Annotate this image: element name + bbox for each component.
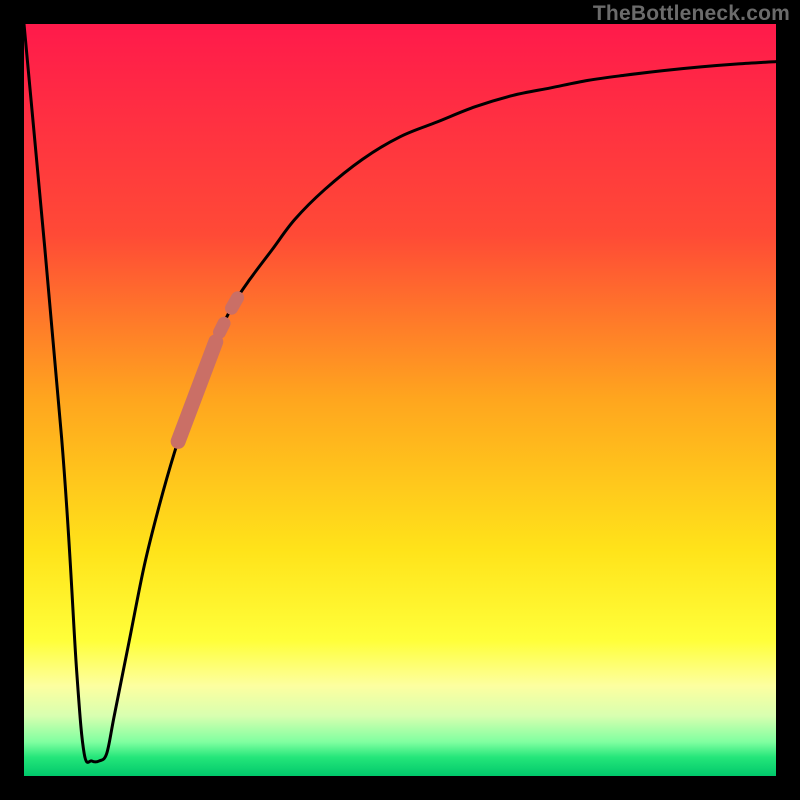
- bottleneck-curve: [24, 24, 776, 762]
- chart-frame: TheBottleneck.com: [0, 0, 800, 800]
- highlight-markers: [178, 298, 237, 442]
- plot-area: [24, 24, 776, 776]
- attribution-text: TheBottleneck.com: [593, 2, 790, 26]
- highlight-segment: [178, 342, 216, 442]
- highlight-segment: [220, 323, 225, 332]
- curve-layer: [24, 24, 776, 776]
- highlight-segment: [232, 298, 238, 309]
